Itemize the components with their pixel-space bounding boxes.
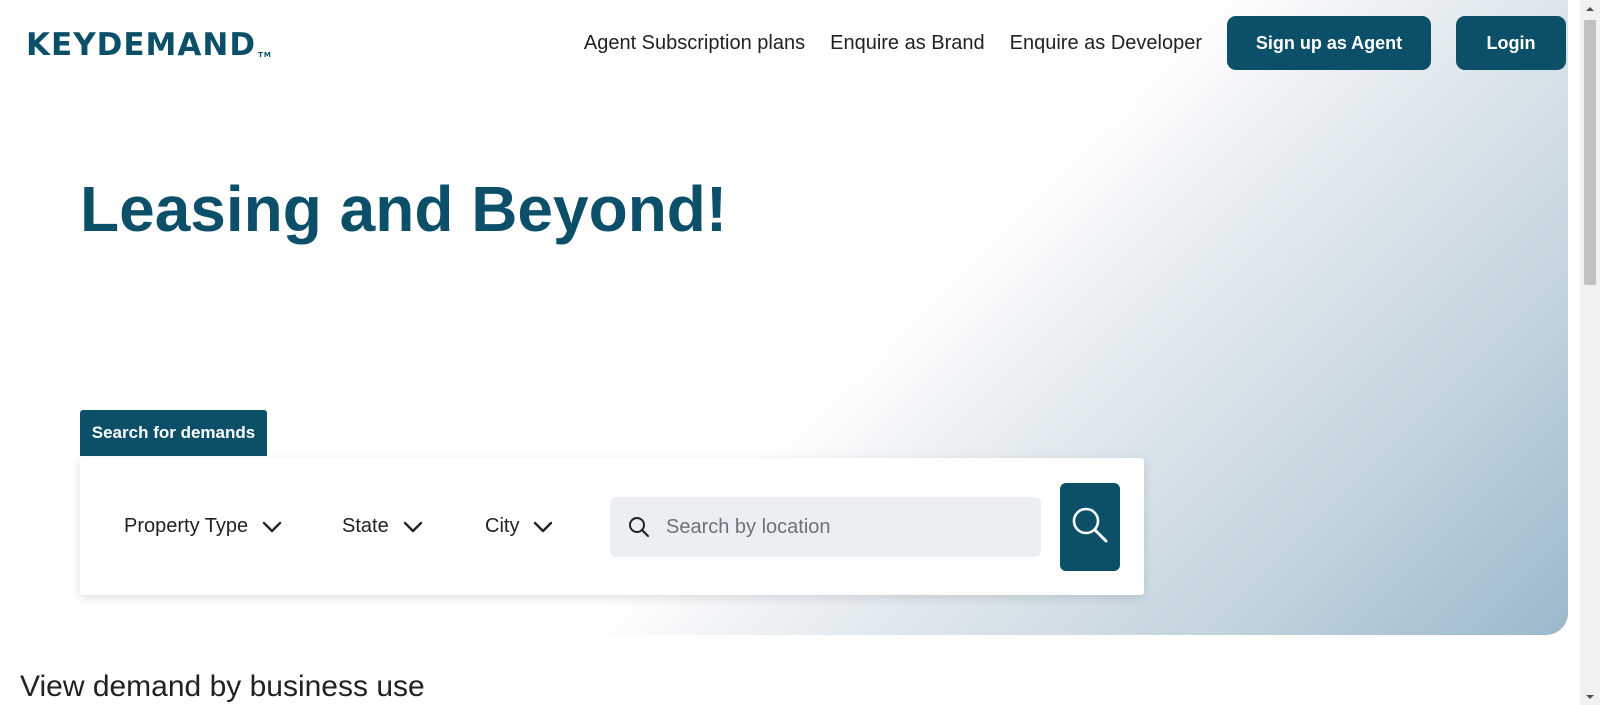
sign-up-as-agent-button[interactable]: Sign up as Agent [1227,16,1431,70]
page-scrollbar[interactable] [1580,0,1600,705]
city-dropdown[interactable]: City [485,458,553,595]
city-label: City [485,515,520,537]
scroll-up-arrow-icon[interactable] [1580,0,1600,17]
hero-title: Leasing and Beyond! [80,173,728,245]
search-icon [628,516,650,538]
search-card: Property Type State City [80,458,1144,595]
top-nav: Agent Subscription plans Enquire as Bran… [584,16,1566,70]
location-search-input[interactable] [664,514,1028,540]
state-label: State [342,515,389,537]
keydemand-logo[interactable]: KEYDEMAND TM [26,23,272,63]
state-dropdown[interactable]: State [342,458,423,595]
login-button[interactable]: Login [1456,16,1566,70]
chevron-down-icon [262,521,282,533]
scroll-down-arrow-icon[interactable] [1580,688,1600,705]
scroll-thumb[interactable] [1584,20,1596,285]
section-title-business-use: View demand by business use [20,670,425,703]
chevron-down-icon [403,521,423,533]
nav-enquire-as-developer[interactable]: Enquire as Developer [1010,32,1202,55]
location-search-box [610,497,1041,557]
nav-agent-subscription-plans[interactable]: Agent Subscription plans [584,32,805,55]
chevron-down-icon [533,521,553,533]
search-for-demands-tab[interactable]: Search for demands [80,410,267,456]
property-type-dropdown[interactable]: Property Type [124,458,282,595]
search-icon [1070,505,1110,550]
search-submit-button[interactable] [1060,483,1120,571]
logo-text: KEYDEMAND [26,27,257,63]
nav-enquire-as-brand[interactable]: Enquire as Brand [830,32,985,55]
logo-trademark: TM [258,51,272,59]
property-type-label: Property Type [124,515,249,537]
